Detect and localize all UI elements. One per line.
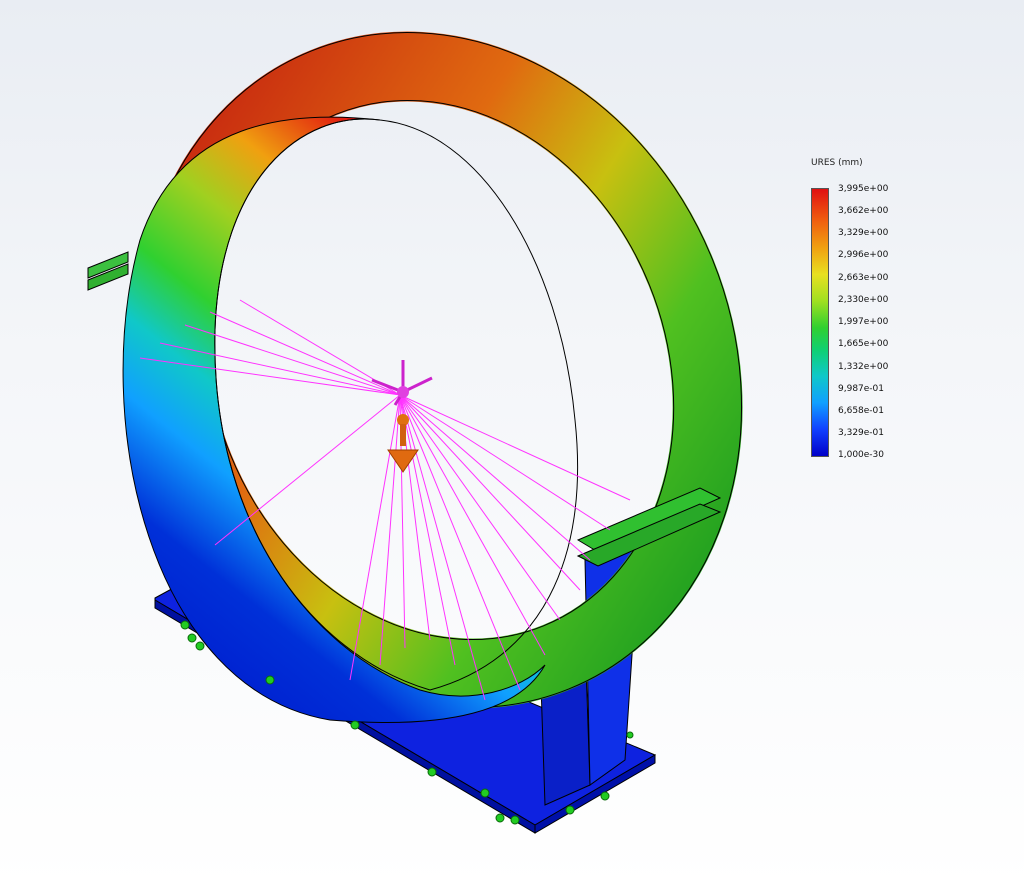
legend-tick: 3,995e+00: [838, 184, 889, 194]
legend-tick: 1,332e+00: [838, 362, 889, 372]
front-ring: [122, 116, 579, 723]
left-flange: [87, 251, 129, 291]
legend-tick: 6,658e-01: [838, 406, 885, 416]
legend-tick: 3,329e-01: [838, 428, 885, 438]
legend-tick: 2,663e+00: [838, 273, 889, 283]
legend-tick: 9,987e-01: [838, 384, 885, 394]
results-legend: URES (mm) 3,995e+00 3,662e+00 3,329e+00 …: [795, 156, 915, 476]
legend-tick: 3,329e+00: [838, 228, 889, 238]
legend-tick: 1,997e+00: [838, 317, 889, 327]
legend-tick: 1,665e+00: [838, 339, 889, 349]
legend-tick: 3,662e+00: [838, 206, 889, 216]
legend-title: URES (mm): [811, 158, 863, 168]
legend-tick: 2,330e+00: [838, 295, 889, 305]
legend-tick: 2,996e+00: [838, 250, 889, 260]
legend-color-bar: [811, 188, 829, 457]
legend-tick: 1,000e-30: [838, 450, 885, 460]
